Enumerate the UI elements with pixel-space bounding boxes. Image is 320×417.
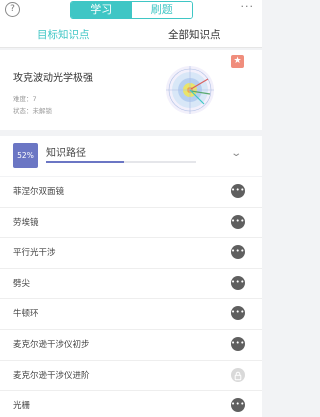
- goal-card[interactable]: 攻克波动光学极强 难度：7 状态：未解锁 ★: [0, 50, 262, 130]
- mode-switch: 学习 刷题: [70, 1, 193, 19]
- knowledge-point-list: 菲涅尔双面镜 ••• 劳埃镜 ••• 平行光干涉 ••• 劈尖 ••• 牛顿环 ••• 麦克尔逊干涉…: [0, 177, 262, 417]
- path-percent: 52%: [13, 143, 38, 168]
- star-badge-icon[interactable]: ★: [231, 55, 244, 68]
- more-icon[interactable]: ···: [241, 0, 255, 13]
- list-item-label: 麦克尔逊干涉仪初步: [13, 339, 90, 350]
- target-icon: [166, 66, 214, 114]
- list-item[interactable]: 菲涅尔双面镜 •••: [0, 177, 262, 208]
- knowledge-path-row[interactable]: 52% 知识路径 ⌄: [0, 136, 262, 176]
- goal-difficulty: 难度：7: [13, 95, 37, 103]
- segment-practice[interactable]: 刷题: [131, 2, 192, 18]
- help-icon[interactable]: ?: [5, 2, 20, 17]
- list-item[interactable]: 牛顿环 •••: [0, 299, 262, 330]
- more-dots-icon[interactable]: •••: [231, 398, 245, 413]
- more-dots-icon[interactable]: •••: [231, 214, 245, 229]
- list-item[interactable]: 麦克尔逊干涉仪初步 •••: [0, 330, 262, 361]
- list-item-label: 麦克尔逊干涉仪进阶: [13, 370, 90, 381]
- list-item[interactable]: 光栅 •••: [0, 391, 262, 417]
- more-dots-icon[interactable]: •••: [231, 275, 245, 290]
- goal-status: 状态：未解锁: [13, 107, 52, 115]
- more-dots-icon[interactable]: •••: [231, 184, 245, 198]
- path-label: 知识路径: [46, 148, 86, 159]
- list-item-label: 劈尖: [13, 278, 31, 289]
- goal-title: 攻克波动光学极强: [13, 73, 93, 84]
- segment-study[interactable]: 学习: [71, 2, 132, 18]
- list-item[interactable]: 劈尖 •••: [0, 269, 262, 300]
- more-dots-icon[interactable]: •••: [231, 336, 245, 351]
- path-progress-fill: [46, 161, 124, 163]
- more-dots-icon[interactable]: •••: [231, 245, 245, 260]
- list-item[interactable]: 劳埃镜 •••: [0, 208, 262, 239]
- list-item[interactable]: 平行光干涉 •••: [0, 238, 262, 269]
- lock-icon[interactable]: [231, 367, 245, 382]
- more-dots-icon[interactable]: •••: [231, 306, 245, 321]
- tab-all-points[interactable]: 全部知识点: [168, 27, 221, 42]
- list-item[interactable]: 麦克尔逊干涉仪进阶: [0, 361, 262, 392]
- list-item-label: 平行光干涉: [13, 248, 56, 259]
- list-item-label: 光栅: [13, 401, 31, 412]
- list-item-label: 牛顿环: [13, 309, 39, 320]
- tab-target-points[interactable]: 目标知识点: [37, 27, 90, 42]
- list-item-label: 劳埃镜: [13, 217, 39, 228]
- subtab-bar: 目标知识点 全部知识点: [0, 22, 262, 70]
- list-item-label: 菲涅尔双面镜: [13, 187, 65, 197]
- path-progress-track: [46, 161, 196, 163]
- top-bar: ? 学习 刷题 ···: [0, 0, 262, 22]
- chevron-down-icon[interactable]: ⌄: [230, 148, 242, 159]
